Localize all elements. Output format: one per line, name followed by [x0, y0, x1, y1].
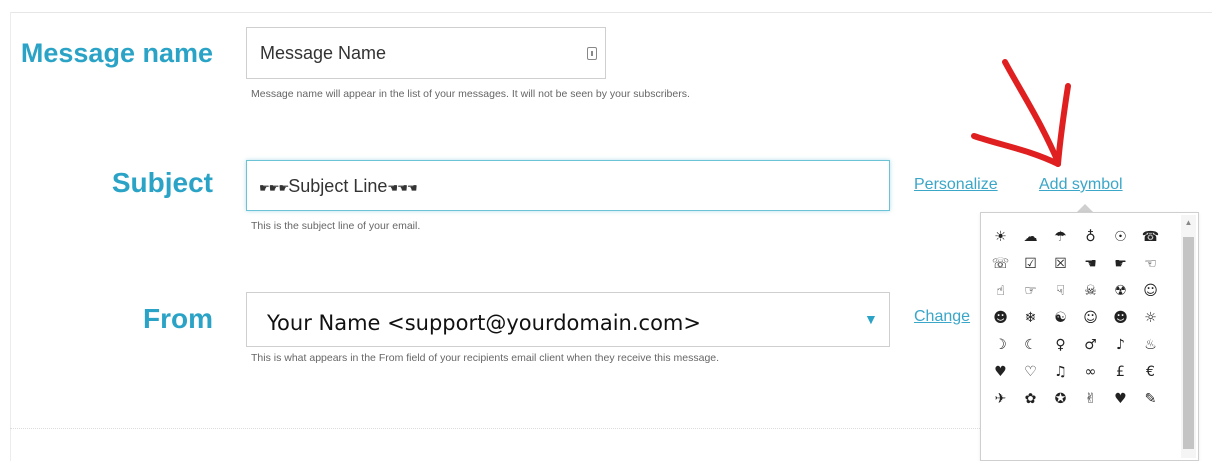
symbol-picker: ☀ ☁ ☂ ♁ ☉ ☎ ☏ ☑ ☒ ☚ ☛ ☜ ☝ ☞ ☟ ☠ ☢ ☺ ☻ ❄ ☯ ☺ ☻ ☼ ☽ ☾ ♀ ♂ ♪ ♨ ♥ ♡ ♫ ∞ £ € ✈ ✿ ✪ ✌… [980, 212, 1199, 461]
symbol-option[interactable]: £ [1107, 358, 1134, 385]
symbol-option[interactable]: ✈ [987, 385, 1014, 412]
subject-label: Subject [111, 167, 213, 198]
symbol-option[interactable]: € [1137, 358, 1164, 385]
scrollbar-thumb[interactable] [1183, 237, 1194, 449]
symbol-option[interactable]: ☛ [1107, 250, 1134, 277]
hand-symbols-icon: ☛☛☛ [259, 181, 289, 195]
symbol-option[interactable]: ☺ [1077, 304, 1104, 331]
popup-pointer [1077, 204, 1093, 212]
symbol-option[interactable]: ∞ [1077, 358, 1104, 385]
symbol-option[interactable]: ☜ [1137, 250, 1164, 277]
symbol-option[interactable]: ☟ [1047, 277, 1074, 304]
symbol-option[interactable]: ☺ [1137, 277, 1164, 304]
red-arrow-annotation-icon [971, 59, 1071, 167]
symbol-option[interactable]: ♪ [1107, 331, 1134, 358]
message-name-label: Message name [20, 38, 213, 68]
from-select[interactable]: Your Name <support@yourdomain.com> ▼ [246, 292, 890, 347]
symbol-option[interactable]: ✎ [1137, 385, 1164, 412]
message-name-value: Message Name [260, 43, 387, 63]
symbol-option[interactable]: ☀ [987, 223, 1014, 250]
symbol-option[interactable]: ☞ [1017, 277, 1044, 304]
symbol-option[interactable]: ♁ [1077, 223, 1104, 250]
symbol-option[interactable]: ☒ [1047, 250, 1074, 277]
symbol-grid: ☀ ☁ ☂ ♁ ☉ ☎ ☏ ☑ ☒ ☚ ☛ ☜ ☝ ☞ ☟ ☠ ☢ ☺ ☻ ❄ ☯ ☺ ☻ ☼ ☽ ☾ ♀ ♂ ♪ ♨ ♥ ♡ ♫ ∞ £ € ✈ ✿ ✪ ✌… [987, 223, 1165, 412]
symbol-option[interactable]: ♨ [1137, 331, 1164, 358]
symbol-option[interactable]: ☉ [1107, 223, 1134, 250]
symbol-option[interactable]: ☑ [1017, 250, 1044, 277]
subject-value: ☛☛☛Subject Line☚☚☚ [259, 176, 418, 196]
from-value: Your Name <support@yourdomain.com> [267, 311, 701, 335]
symbol-option[interactable]: ☻ [987, 304, 1014, 331]
symbol-option[interactable]: ✿ [1017, 385, 1044, 412]
symbol-option[interactable]: ☁ [1017, 223, 1044, 250]
symbol-option[interactable]: ☯ [1047, 304, 1074, 331]
symbol-option[interactable]: ☎ [1137, 223, 1164, 250]
symbol-option[interactable]: ☾ [1017, 331, 1044, 358]
symbol-option[interactable]: ♫ [1047, 358, 1074, 385]
chevron-down-icon[interactable]: ▼ [864, 311, 878, 327]
symbol-option[interactable]: ☢ [1107, 277, 1134, 304]
symbol-option[interactable]: ☻ [1107, 304, 1134, 331]
symbol-option[interactable]: ☏ [987, 250, 1014, 277]
section-divider [10, 428, 980, 429]
symbol-option[interactable]: ✌ [1077, 385, 1104, 412]
hand-symbols-icon: ☚☚☚ [387, 181, 417, 195]
symbol-option[interactable]: ♥ [987, 358, 1014, 385]
top-border [10, 12, 1212, 13]
field-helper-icon [587, 47, 597, 60]
left-border [10, 12, 11, 461]
symbol-option[interactable]: ☼ [1137, 304, 1164, 331]
from-hint: This is what appears in the From field o… [251, 352, 720, 364]
symbol-option[interactable]: ☽ [987, 331, 1014, 358]
symbol-option[interactable]: ✪ [1047, 385, 1074, 412]
symbol-option[interactable]: ☚ [1077, 250, 1104, 277]
from-label: From [143, 303, 213, 334]
subject-hint: This is the subject line of your email. [251, 220, 421, 232]
change-link[interactable]: Change [914, 308, 970, 326]
symbol-option[interactable]: ♡ [1017, 358, 1044, 385]
scroll-up-icon[interactable]: ▲ [1181, 217, 1196, 229]
symbol-option[interactable]: ❄ [1017, 304, 1044, 331]
message-name-hint: Message name will appear in the list of … [251, 88, 690, 100]
symbol-option[interactable]: ☠ [1077, 277, 1104, 304]
subject-input[interactable]: ☛☛☛Subject Line☚☚☚ [246, 160, 890, 211]
symbol-option[interactable]: ♥ [1107, 385, 1134, 412]
symbol-option[interactable]: ☂ [1047, 223, 1074, 250]
symbol-option[interactable]: ♂ [1077, 331, 1104, 358]
symbol-option[interactable]: ♀ [1047, 331, 1074, 358]
symbol-option[interactable]: ☝ [987, 277, 1014, 304]
message-name-input[interactable]: Message Name [246, 27, 606, 79]
